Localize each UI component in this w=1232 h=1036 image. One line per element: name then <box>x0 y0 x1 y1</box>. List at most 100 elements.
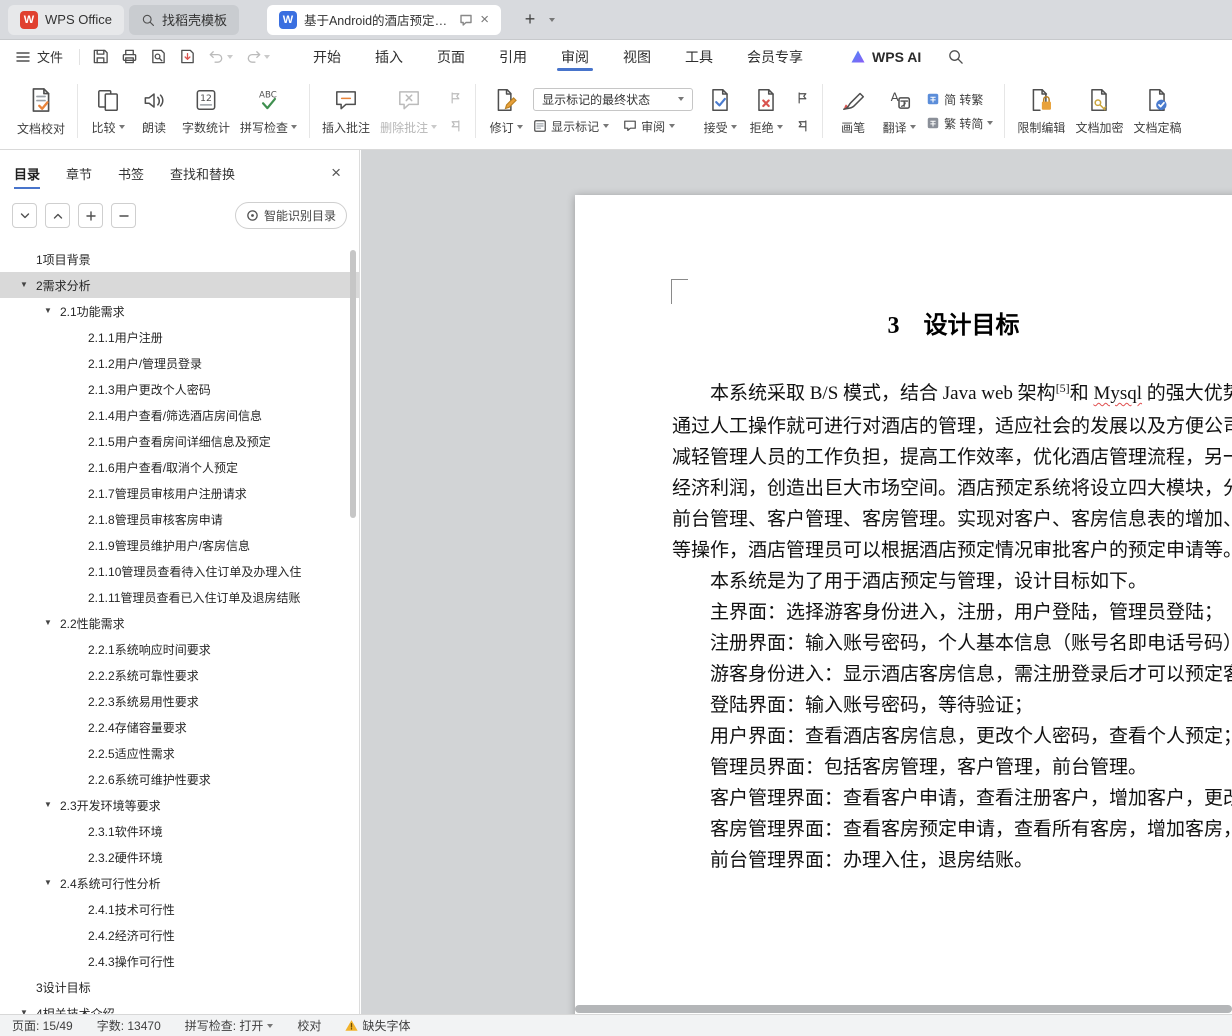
reject-button[interactable]: 拒绝 <box>743 79 789 143</box>
toc-item[interactable]: 2.2.3系统易用性要求 <box>0 688 359 714</box>
restrict-edit-button[interactable]: 限制编辑 <box>1012 79 1070 143</box>
tab-reference[interactable]: 引用 <box>482 40 544 73</box>
show-markup-button[interactable]: 显示标记 <box>533 118 610 135</box>
expand-all-button[interactable] <box>12 203 37 228</box>
toc-expand-icon[interactable] <box>44 306 52 315</box>
file-menu[interactable]: 文件 <box>0 47 73 66</box>
insert-comment-button[interactable]: 插入批注 <box>317 79 375 143</box>
toc-expand-icon[interactable] <box>44 800 52 809</box>
read-aloud-button[interactable]: 朗读 <box>131 79 177 143</box>
missing-font-label: 缺失字体 <box>362 1019 411 1033</box>
previous-change-button[interactable] <box>792 88 812 106</box>
markup-state-combobox[interactable]: 显示标记的最终状态 <box>533 87 694 111</box>
toc-item[interactable]: 2.1.5用户查看房间详细信息及预定 <box>0 428 359 454</box>
word-count-indicator[interactable]: 字数: 13470 <box>97 1017 161 1034</box>
new-tab-button[interactable]: + <box>517 7 543 33</box>
tab-page[interactable]: 页面 <box>420 40 482 73</box>
toc-expand-icon[interactable] <box>20 280 28 289</box>
doc-proof-button[interactable]: 文档校对 <box>12 79 70 143</box>
document-page[interactable]: 3 设计目标 本系统采取 B/S 模式，结合 Java web 架构[5]和 M… <box>575 195 1232 1014</box>
toc-item[interactable]: 2.1.8管理员审核客房申请 <box>0 506 359 532</box>
pen-button[interactable]: 画笔 <box>830 79 876 143</box>
search-button[interactable] <box>947 48 964 65</box>
toc-item[interactable]: 2.1.2用户/管理员登录 <box>0 350 359 376</box>
delete-comment-label: 删除批注 <box>380 120 429 135</box>
toc-item[interactable]: 2.4系统可行性分析 <box>0 870 359 896</box>
tab-list-caret-icon[interactable] <box>548 17 555 22</box>
tab-member[interactable]: 会员专享 <box>730 40 820 73</box>
tab-view[interactable]: 视图 <box>606 40 668 73</box>
toc-expand-icon[interactable] <box>44 618 52 627</box>
translate-button[interactable]: A 翻译 <box>876 79 922 143</box>
tab-review[interactable]: 审阅 <box>544 40 606 73</box>
print-button[interactable] <box>121 48 138 65</box>
accept-button[interactable]: 接受 <box>697 79 743 143</box>
zoom-in-button[interactable] <box>78 203 103 228</box>
next-change-button[interactable] <box>792 116 812 134</box>
toc-item[interactable]: 2.1.3用户更改个人密码 <box>0 376 359 402</box>
encrypt-button[interactable]: 文档加密 <box>1070 79 1128 143</box>
toc-item[interactable]: 2.1.11管理员查看已入住订单及退房结账 <box>0 584 359 610</box>
export-pdf-button[interactable] <box>179 48 196 65</box>
missing-font-warning[interactable]: 缺失字体 <box>345 1017 410 1034</box>
toc-item[interactable]: 2.2.1系统响应时间要求 <box>0 636 359 662</box>
toc-item[interactable]: 2.2性能需求 <box>0 610 359 636</box>
simplified-to-traditional-button[interactable]: 简 转繁 <box>926 91 993 108</box>
print-preview-button[interactable] <box>150 48 167 65</box>
toc-item[interactable]: 2.1.1用户注册 <box>0 324 359 350</box>
toc-item[interactable]: 1项目背景 <box>0 246 359 272</box>
toc-item[interactable]: 2.4.3操作可行性 <box>0 948 359 974</box>
sidebar-tab-bookmarks[interactable]: 书签 <box>118 150 144 196</box>
traditional-to-simplified-button[interactable]: 繁 转简 <box>926 115 994 132</box>
tab-document[interactable]: W 基于Android的酒店预定系统 <box>266 4 501 35</box>
tab-close-icon[interactable] <box>480 12 489 27</box>
toc-item[interactable]: 2.4.1技术可行性 <box>0 896 359 922</box>
spell-check-indicator[interactable]: 拼写检查: 打开 <box>185 1017 274 1034</box>
reject-caret-icon <box>776 125 783 129</box>
review-pane-button[interactable]: 审阅 <box>623 118 676 135</box>
tab-tools[interactable]: 工具 <box>668 40 730 73</box>
sidebar-scrollbar[interactable] <box>350 250 356 518</box>
horizontal-scrollbar[interactable] <box>575 1005 1232 1013</box>
toc-item[interactable]: 2.1.6用户查看/取消个人预定 <box>0 454 359 480</box>
track-changes-button[interactable]: 修订 <box>483 79 529 143</box>
toc-item[interactable]: 2.2.5适应性需求 <box>0 740 359 766</box>
comment-bubble-icon[interactable] <box>459 13 473 27</box>
tab-wps-home[interactable]: W WPS Office <box>8 4 124 35</box>
wps-ai-button[interactable]: WPS AI <box>850 49 921 65</box>
word-count-button[interactable]: 12 字数统计 <box>177 79 235 143</box>
collapse-all-button[interactable] <box>45 203 70 228</box>
sidebar-tab-toc[interactable]: 目录 <box>14 150 41 196</box>
tab-start[interactable]: 开始 <box>296 40 358 73</box>
sidebar-tab-chapters[interactable]: 章节 <box>66 150 92 196</box>
toc-item[interactable]: 2.1.7管理员审核用户注册请求 <box>0 480 359 506</box>
toc-item[interactable]: 2.1.4用户查看/筛选酒店房间信息 <box>0 402 359 428</box>
sidebar-tab-find-replace[interactable]: 查找和替换 <box>170 150 235 196</box>
document-text-line: 注册界面：输入账号密码，个人基本信息（账号名即电话号码）； <box>710 633 1232 654</box>
toc-item[interactable]: 2.1.9管理员维护用户/客房信息 <box>0 532 359 558</box>
toc-item[interactable]: 2.4.2经济可行性 <box>0 922 359 948</box>
tab-insert[interactable]: 插入 <box>358 40 420 73</box>
save-button[interactable] <box>92 48 109 65</box>
toc-expand-icon[interactable] <box>44 878 52 887</box>
toc-item[interactable]: 2.3开发环境等要求 <box>0 792 359 818</box>
toc-item[interactable]: 2.3.1软件环境 <box>0 818 359 844</box>
toc-item[interactable]: 2.1功能需求 <box>0 298 359 324</box>
toc-item[interactable]: 2.2.4存储容量要求 <box>0 714 359 740</box>
compare-button[interactable]: 比较 <box>85 79 131 143</box>
tab-template-store[interactable]: 找稻壳模板 <box>128 4 239 35</box>
toc-item[interactable]: 2需求分析 <box>0 272 359 298</box>
toc-item[interactable]: 4相关技术介绍 <box>0 1000 359 1015</box>
smart-toc-button[interactable]: 智能识别目录 <box>234 202 347 229</box>
page-indicator[interactable]: 页面: 15/49 <box>12 1017 73 1034</box>
finalize-button[interactable]: 文档定稿 <box>1128 79 1186 143</box>
toc-item[interactable]: 2.2.2系统可靠性要求 <box>0 662 359 688</box>
proofread-button[interactable]: 校对 <box>297 1017 321 1034</box>
spell-check-button[interactable]: ABC 拼写检查 <box>235 79 302 143</box>
toc-item[interactable]: 2.1.10管理员查看待入住订单及办理入住 <box>0 558 359 584</box>
zoom-out-button[interactable] <box>111 203 136 228</box>
toc-item[interactable]: 2.2.6系统可维护性要求 <box>0 766 359 792</box>
sidebar-close-icon[interactable] <box>331 163 341 183</box>
toc-item[interactable]: 2.3.2硬件环境 <box>0 844 359 870</box>
toc-item[interactable]: 3设计目标 <box>0 974 359 1000</box>
